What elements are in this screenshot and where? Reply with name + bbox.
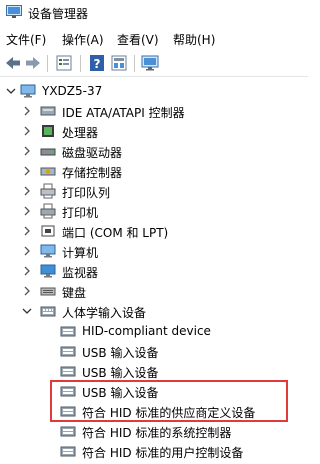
printer-icon bbox=[40, 203, 56, 219]
help-icon[interactable]: ? bbox=[88, 54, 106, 72]
tree-category-label: 磁盘驱动器 bbox=[62, 146, 123, 160]
toolbar: ? bbox=[0, 50, 308, 77]
expand-arrow-icon[interactable] bbox=[22, 225, 32, 237]
tree-category-label: 打印机 bbox=[62, 206, 99, 220]
hid-icon bbox=[60, 443, 76, 459]
title-bar: 设备管理器 bbox=[0, 0, 308, 26]
expand-arrow-icon[interactable] bbox=[22, 245, 32, 257]
expand-arrow-icon[interactable] bbox=[22, 145, 32, 157]
highlight-box bbox=[50, 380, 288, 422]
tree-category-label: IDE ATA/ATAPI 控制器 bbox=[62, 106, 185, 120]
storage-controller-icon bbox=[40, 163, 56, 179]
tree-device-label: HID-compliant device bbox=[82, 324, 211, 338]
tree-category-label: 键盘 bbox=[62, 286, 87, 300]
tree-category-disk[interactable]: 磁盘驱动器 bbox=[0, 141, 308, 161]
collapse-arrow-icon[interactable] bbox=[22, 305, 32, 317]
tree-category-label: 打印队列 bbox=[62, 186, 111, 200]
print-queue-icon bbox=[40, 183, 56, 199]
menu-view[interactable]: 查看(V) bbox=[117, 31, 159, 48]
forward-arrow-icon[interactable] bbox=[24, 54, 42, 72]
toolbar-separator bbox=[134, 55, 135, 72]
collapse-arrow-icon[interactable] bbox=[6, 85, 16, 97]
tree-device-label: 符合 HID 标准的用户控制设备 bbox=[82, 446, 244, 460]
device-manager-icon bbox=[6, 5, 22, 19]
toolbar-separator bbox=[47, 55, 48, 72]
tree-device-item[interactable]: USB 输入设备 bbox=[0, 341, 308, 361]
back-arrow-icon[interactable] bbox=[4, 54, 22, 72]
tree-device-item[interactable]: 符合 HID 标准的系统控制器 bbox=[0, 421, 308, 441]
show-hidden-icon[interactable] bbox=[110, 54, 128, 72]
svg-text:?: ? bbox=[94, 57, 101, 71]
tree-category-label: 监视器 bbox=[62, 266, 99, 280]
tree-category-ports[interactable]: 端口 (COM 和 LPT) bbox=[0, 221, 308, 241]
menu-action[interactable]: 操作(A) bbox=[62, 31, 104, 48]
hid-icon bbox=[60, 423, 76, 439]
menu-bar: 文件(F) 操作(A) 查看(V) 帮助(H) bbox=[0, 27, 308, 49]
computer-icon bbox=[20, 83, 36, 99]
window-title: 设备管理器 bbox=[28, 7, 89, 21]
hid-icon bbox=[40, 303, 56, 319]
tree-category-computer[interactable]: 计算机 bbox=[0, 241, 308, 261]
tree-root-label: YXDZ5-37 bbox=[42, 84, 103, 98]
properties-icon[interactable] bbox=[55, 54, 73, 72]
tree-device-label: 符合 HID 标准的系统控制器 bbox=[82, 426, 232, 440]
monitor-icon[interactable] bbox=[141, 54, 159, 72]
expand-arrow-icon[interactable] bbox=[22, 105, 32, 117]
tree-device-label: USB 输入设备 bbox=[82, 346, 159, 360]
hid-icon bbox=[60, 323, 76, 339]
hid-icon bbox=[60, 363, 76, 379]
tree-category-label: 处理器 bbox=[62, 126, 99, 140]
tree-category-keyboard[interactable]: 键盘 bbox=[0, 281, 308, 301]
tree-device-item[interactable]: 符合 HID 标准的用户控制设备 bbox=[0, 441, 308, 461]
tree-category-ide[interactable]: IDE ATA/ATAPI 控制器 bbox=[0, 101, 308, 121]
ide-controller-icon bbox=[40, 103, 56, 119]
tree-category-hid[interactable]: 人体学输入设备 bbox=[0, 301, 308, 321]
tree-device-item[interactable]: HID-compliant device bbox=[0, 321, 308, 341]
expand-arrow-icon[interactable] bbox=[22, 285, 32, 297]
monitor-icon bbox=[40, 263, 56, 279]
tree-category-label: 端口 (COM 和 LPT) bbox=[62, 226, 169, 240]
tree-category-print-queue[interactable]: 打印队列 bbox=[0, 181, 308, 201]
processor-icon bbox=[40, 123, 56, 139]
tree-category-printer[interactable]: 打印机 bbox=[0, 201, 308, 221]
tree-category-label: 人体学输入设备 bbox=[62, 306, 147, 320]
expand-arrow-icon[interactable] bbox=[22, 265, 32, 277]
tree-category-storage[interactable]: 存储控制器 bbox=[0, 161, 308, 181]
menu-file[interactable]: 文件(F) bbox=[6, 31, 46, 48]
computer-icon bbox=[40, 243, 56, 259]
expand-arrow-icon[interactable] bbox=[22, 205, 32, 217]
expand-arrow-icon[interactable] bbox=[22, 185, 32, 197]
tree-category-label: 存储控制器 bbox=[62, 166, 123, 180]
port-icon bbox=[40, 223, 56, 239]
tree-category-monitor[interactable]: 监视器 bbox=[0, 261, 308, 281]
tree-category-label: 计算机 bbox=[62, 246, 99, 260]
expand-arrow-icon[interactable] bbox=[22, 165, 32, 177]
tree-device-label: USB 输入设备 bbox=[82, 366, 159, 380]
keyboard-icon bbox=[40, 283, 56, 299]
tree-device-item[interactable]: USB 输入设备 bbox=[0, 361, 308, 381]
tree-category-processor[interactable]: 处理器 bbox=[0, 121, 308, 141]
disk-drive-icon bbox=[40, 143, 56, 159]
toolbar-separator bbox=[80, 55, 81, 72]
hid-icon bbox=[60, 343, 76, 359]
menu-help[interactable]: 帮助(H) bbox=[173, 31, 215, 48]
expand-arrow-icon[interactable] bbox=[22, 125, 32, 137]
tree-root[interactable]: YXDZ5-37 bbox=[0, 81, 308, 101]
